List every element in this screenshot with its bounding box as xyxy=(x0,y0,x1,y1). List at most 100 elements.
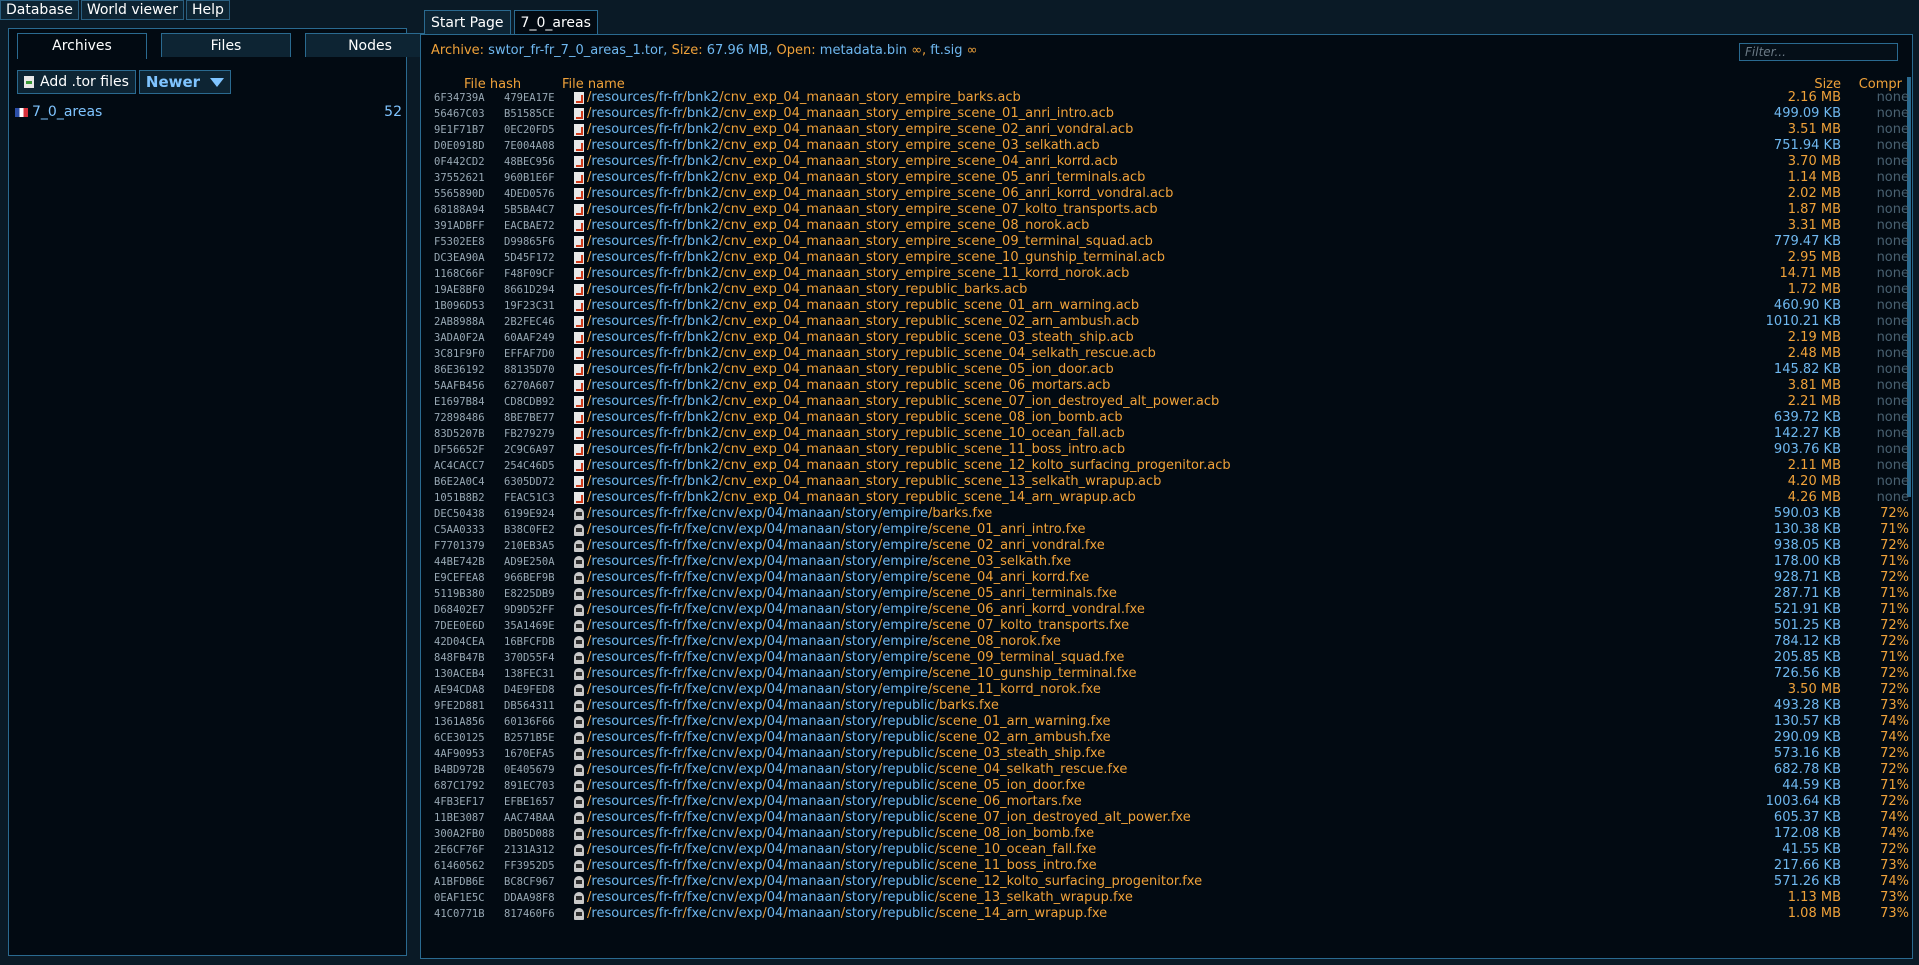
file-row[interactable]: B4BD972B 0E405679/resources/fr-fr/fxe/cnv… xyxy=(434,762,1909,778)
file-row[interactable]: 4FB3EF17 EFBE1657/resources/fr-fr/fxe/cnv… xyxy=(434,794,1909,810)
tab-files[interactable]: Files xyxy=(161,33,291,57)
file-base-name: .acb xyxy=(1137,250,1166,265)
path-segment: cnv xyxy=(711,746,735,761)
file-row[interactable]: 9FE2D881 DB564311/resources/fr-fr/fxe/cnv… xyxy=(434,698,1909,714)
open-metadata-link[interactable]: metadata.bin xyxy=(820,43,907,58)
file-row[interactable]: B6E2A0C4 6305DD72/resources/fr-fr/bnk2/cn… xyxy=(434,474,1909,490)
archive-list-item[interactable]: 7_0_areas 52 xyxy=(15,104,402,120)
path-segment: fr-fr xyxy=(658,122,683,137)
fxe-file-icon xyxy=(574,796,584,808)
file-base-name: .fxe xyxy=(1047,554,1072,569)
file-hash-2: BC8CF967 xyxy=(504,876,555,888)
file-base-name: cnv_exp_04_manaan_story_republic_scene_1… xyxy=(723,490,1109,505)
fxe-file-icon xyxy=(574,812,584,824)
file-row[interactable]: F7701379 210EB3A5/resources/fr-fr/fxe/cnv… xyxy=(434,538,1909,554)
left-toolbar: Add .tor files Newer xyxy=(17,70,232,94)
path-segment: exp xyxy=(738,698,763,713)
path-segment: fxe xyxy=(686,634,707,649)
file-row[interactable]: C5AA0333 B38C0FE2/resources/fr-fr/fxe/cnv… xyxy=(434,522,1909,538)
open-ftsig-link[interactable]: ft.sig xyxy=(930,43,962,58)
menu-help[interactable]: Help xyxy=(186,0,230,20)
file-row[interactable]: 3C81F9F0 EFFAF7D0/resources/fr-fr/bnk2/cn… xyxy=(434,346,1909,362)
file-row[interactable]: 687C1792 891EC703/resources/fr-fr/fxe/cnv… xyxy=(434,778,1909,794)
file-row[interactable]: 61460562 FF3952D5/resources/fr-fr/fxe/cnv… xyxy=(434,858,1909,874)
file-row[interactable]: 44BE742B AD9E250A/resources/fr-fr/fxe/cnv… xyxy=(434,554,1909,570)
file-row[interactable]: 7DEE0E6D 35A1469E/resources/fr-fr/fxe/cnv… xyxy=(434,618,1909,634)
menu-world-viewer[interactable]: World viewer xyxy=(80,0,184,20)
path-segment: resources xyxy=(591,842,655,857)
tab-7-0-areas[interactable]: 7_0_areas xyxy=(513,10,598,36)
file-row[interactable]: 5119B380 E8225DB9/resources/fr-fr/fxe/cnv… xyxy=(434,586,1909,602)
file-row[interactable]: 5AAFB456 6270A607/resources/fr-fr/bnk2/cn… xyxy=(434,378,1909,394)
file-row[interactable]: 2AB8988A 2B2FEC46/resources/fr-fr/bnk2/cn… xyxy=(434,314,1909,330)
file-name: /resources/fr-fr/bnk2/cnv_exp_04_manaan_… xyxy=(587,266,1129,282)
fxe-file-icon xyxy=(574,828,584,840)
tab-archives[interactable]: Archives xyxy=(17,33,147,59)
file-row[interactable]: 11BE3087 AAC74BAA/resources/fr-fr/fxe/cnv… xyxy=(434,810,1909,826)
file-row[interactable]: E9CEFEA8 966BEF9B/resources/fr-fr/fxe/cnv… xyxy=(434,570,1909,586)
file-row[interactable]: DEC50438 6199E924/resources/fr-fr/fxe/cnv… xyxy=(434,506,1909,522)
file-row[interactable]: D68402E7 9D9D52FF/resources/fr-fr/fxe/cnv… xyxy=(434,602,1909,618)
file-size: 205.85 KB xyxy=(1773,650,1841,665)
file-row[interactable]: 0EAF1E5C DDAA98F8/resources/fr-fr/fxe/cnv… xyxy=(434,890,1909,906)
file-compression: none xyxy=(1876,474,1909,489)
file-row[interactable]: D0E0918D 7E004A08/resources/fr-fr/bnk2/cn… xyxy=(434,138,1909,154)
file-row[interactable]: E1697B84 CD8CDB92/resources/fr-fr/bnk2/cn… xyxy=(434,394,1909,410)
file-row[interactable]: DF56652F 2C9C6A97/resources/fr-fr/bnk2/cn… xyxy=(434,442,1909,458)
file-row[interactable]: 9E1F71B7 0EC20FD5/resources/fr-fr/bnk2/cn… xyxy=(434,122,1909,138)
file-name: /resources/fr-fr/bnk2/cnv_exp_04_manaan_… xyxy=(587,442,1125,458)
file-row[interactable]: 6CE30125 B2571B5E/resources/fr-fr/fxe/cnv… xyxy=(434,730,1909,746)
tab-start-page[interactable]: Start Page xyxy=(424,10,511,34)
file-row[interactable]: 300A2FB0 DB05D088/resources/fr-fr/fxe/cnv… xyxy=(434,826,1909,842)
file-row[interactable]: 0F442CD2 48BEC956/resources/fr-fr/bnk2/cn… xyxy=(434,154,1909,170)
file-compression: 71% xyxy=(1880,554,1909,569)
file-row[interactable]: F5302EE8 D99865F6/resources/fr-fr/bnk2/cn… xyxy=(434,234,1909,250)
file-row[interactable]: 37552621 960B1E6F/resources/fr-fr/bnk2/cn… xyxy=(434,170,1909,186)
menu-database[interactable]: Database xyxy=(0,0,79,20)
file-row[interactable]: A1BFDB6E BC8CF967/resources/fr-fr/fxe/cnv… xyxy=(434,874,1909,890)
file-row[interactable]: 19AE8BF0 8661D294/resources/fr-fr/bnk2/cn… xyxy=(434,282,1909,298)
file-row[interactable]: 41C0771B 817460F6/resources/fr-fr/fxe/cnv… xyxy=(434,906,1909,922)
archive-file-count: 52 xyxy=(384,104,402,120)
file-row[interactable]: 72898486 8BE7BE77/resources/fr-fr/bnk2/cn… xyxy=(434,410,1909,426)
file-row[interactable]: 83D5207B FB279279/resources/fr-fr/bnk2/cn… xyxy=(434,426,1909,442)
file-row[interactable]: 56467C03 B51585CE/resources/fr-fr/bnk2/cn… xyxy=(434,106,1909,122)
path-segment: republic xyxy=(882,906,935,921)
path-segment: fr-fr xyxy=(658,634,683,649)
file-row[interactable]: AC4CACC7 254C46D5/resources/fr-fr/bnk2/cn… xyxy=(434,458,1909,474)
file-row[interactable]: 1168C66F F48F09CF/resources/fr-fr/bnk2/cn… xyxy=(434,266,1909,282)
file-row[interactable]: 68188A94 5B5BA4C7/resources/fr-fr/bnk2/cn… xyxy=(434,202,1909,218)
path-segment: 04 xyxy=(766,554,784,569)
file-row[interactable]: 391ADBFF EACBAE72/resources/fr-fr/bnk2/cn… xyxy=(434,218,1909,234)
file-row[interactable]: 86E36192 88135D70/resources/fr-fr/bnk2/cn… xyxy=(434,362,1909,378)
sort-order-select[interactable]: Newer xyxy=(138,70,232,94)
path-segment: resources xyxy=(591,810,655,825)
file-base-name: cnv_exp_04_manaan_story_empire_scene_03_… xyxy=(723,138,1073,153)
tab-nodes[interactable]: Nodes xyxy=(305,33,435,57)
file-row[interactable]: 130ACEB4 138FEC31/resources/fr-fr/fxe/cnv… xyxy=(434,666,1909,682)
filter-input[interactable] xyxy=(1739,43,1898,61)
file-row[interactable]: 42D04CEA 16BFCFDB/resources/fr-fr/fxe/cnv… xyxy=(434,634,1909,650)
file-row[interactable]: 1051B8B2 FEAC51C3/resources/fr-fr/bnk2/cn… xyxy=(434,490,1909,506)
path-segment: resources xyxy=(591,698,655,713)
path-segment: fr-fr xyxy=(658,410,683,425)
file-row[interactable]: 3ADA0F2A 60AAF249/resources/fr-fr/bnk2/cn… xyxy=(434,330,1909,346)
path-segment: fr-fr xyxy=(658,442,683,457)
file-row[interactable]: AE94CDA8 D4E9FED8/resources/fr-fr/fxe/cnv… xyxy=(434,682,1909,698)
path-segment: fr-fr xyxy=(658,858,683,873)
file-row[interactable]: 1B096D53 19F23C31/resources/fr-fr/bnk2/cn… xyxy=(434,298,1909,314)
file-row[interactable]: 848FB47B 370D55F4/resources/fr-fr/fxe/cnv… xyxy=(434,650,1909,666)
file-compression: none xyxy=(1876,298,1909,313)
path-segment: resources xyxy=(591,602,655,617)
file-row[interactable]: 4AF90953 1670EFA5/resources/fr-fr/fxe/cnv… xyxy=(434,746,1909,762)
file-row[interactable]: 5565890D 4DED0576/resources/fr-fr/bnk2/cn… xyxy=(434,186,1909,202)
file-compression: none xyxy=(1876,378,1909,393)
add-tor-files-button[interactable]: Add .tor files xyxy=(17,70,136,94)
file-row[interactable]: 1361A856 60136F66/resources/fr-fr/fxe/cnv… xyxy=(434,714,1909,730)
file-hash-1: DF56652F xyxy=(434,444,485,456)
path-segment: manaan xyxy=(787,618,841,633)
file-row[interactable]: 2E6CF76F 2131A312/resources/fr-fr/fxe/cnv… xyxy=(434,842,1909,858)
file-row[interactable]: DC3EA90A 5D45F172/resources/fr-fr/bnk2/cn… xyxy=(434,250,1909,266)
file-row[interactable]: 6F34739A 479EA17E/resources/fr-fr/bnk2/cn… xyxy=(434,90,1909,106)
archive-view-panel: Archive: swtor_fr-fr_7_0_areas_1.tor, Si… xyxy=(420,34,1913,959)
